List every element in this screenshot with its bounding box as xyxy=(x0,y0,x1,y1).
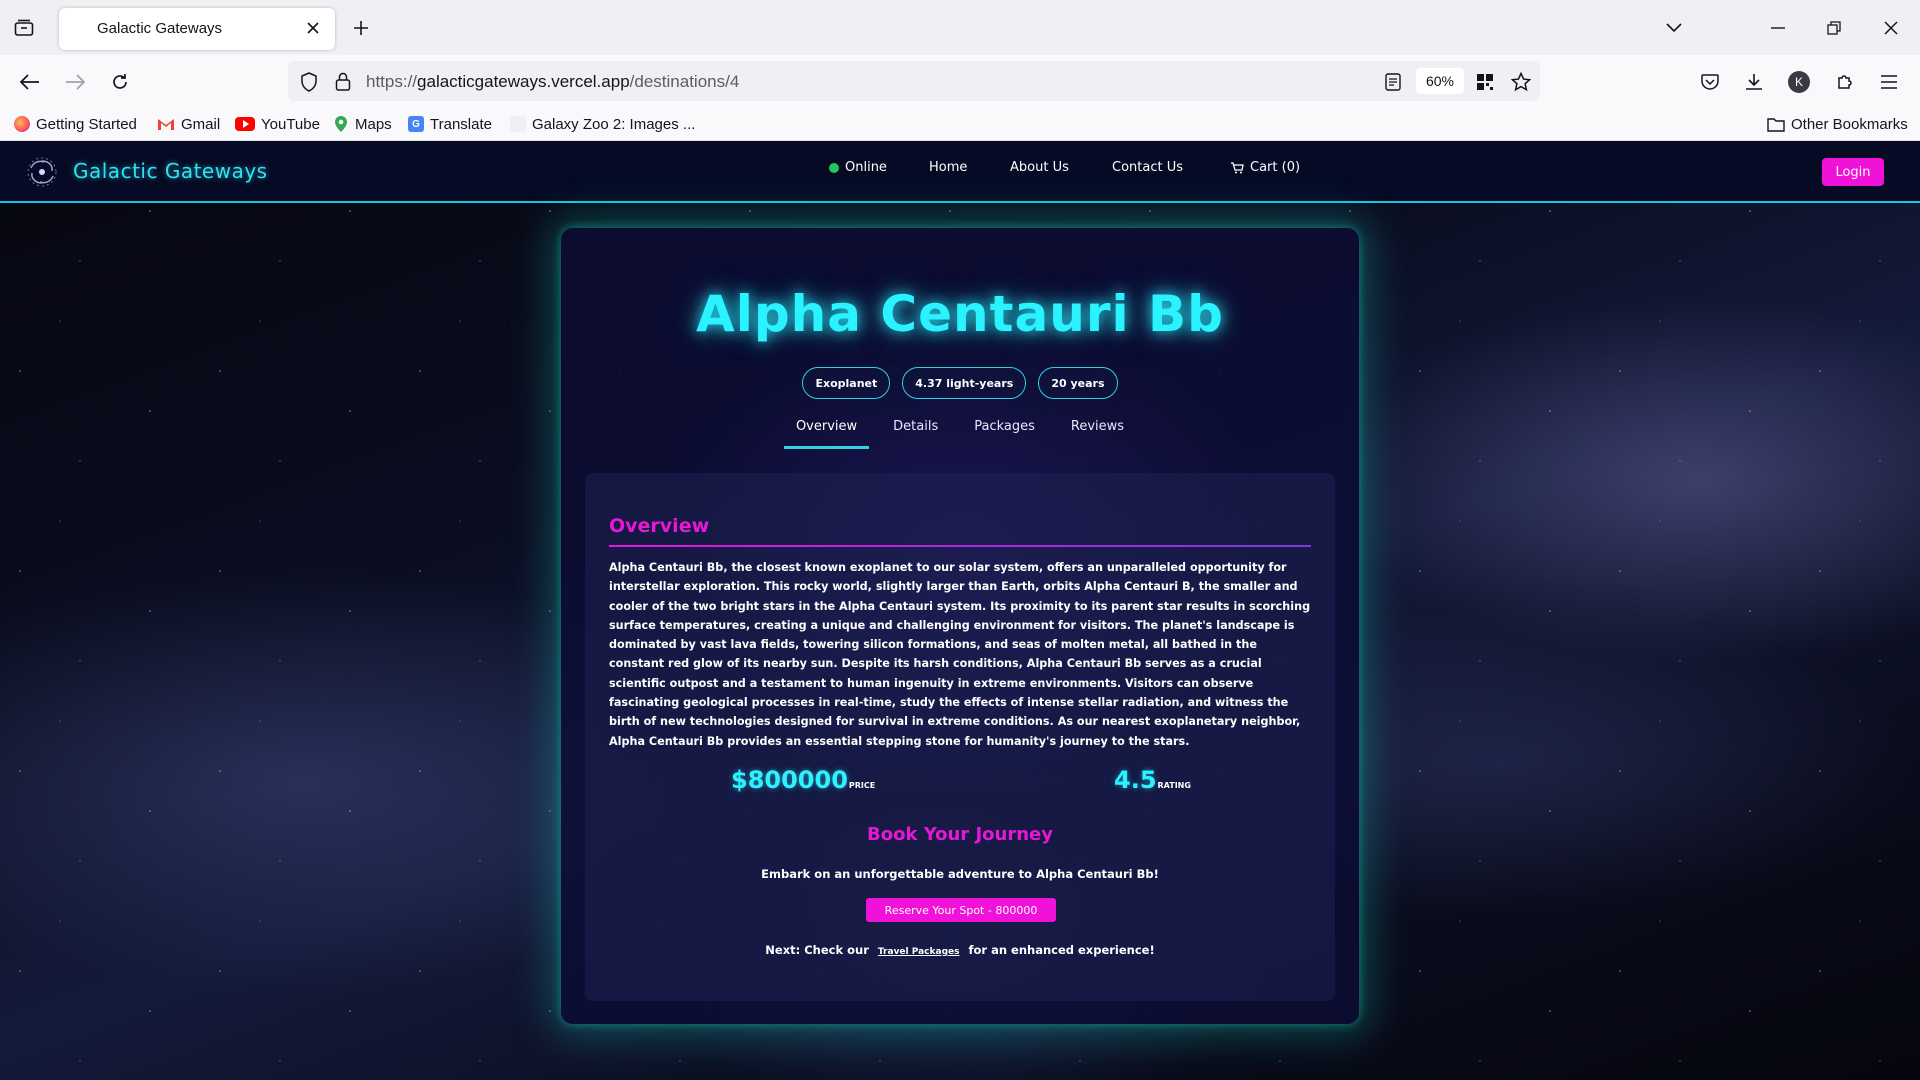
browser-tabstrip: Galactic Gateways xyxy=(0,0,1920,55)
download-icon[interactable] xyxy=(1739,67,1769,97)
price-label: PRICE xyxy=(848,781,876,790)
bookmark-gmail[interactable]: Gmail xyxy=(157,114,220,134)
bookmark-star-icon[interactable] xyxy=(1510,71,1532,93)
tab-reviews[interactable]: Reviews xyxy=(1059,413,1136,449)
next-suffix: for an enhanced experience! xyxy=(968,943,1155,957)
destination-tabs: Overview Details Packages Reviews xyxy=(561,413,1359,449)
bookmark-galaxy-zoo[interactable]: Galaxy Zoo 2: Images ... xyxy=(510,114,695,134)
browser-tab-title: Galactic Gateways xyxy=(97,20,223,37)
back-arrow-icon[interactable] xyxy=(15,67,45,97)
galaxy-zoo-icon xyxy=(510,116,526,132)
url-host: galacticgateways.vercel.app xyxy=(417,72,630,91)
site-header: Galactic Gateways Online Home About Us C… xyxy=(0,141,1920,203)
other-bookmarks[interactable]: Other Bookmarks xyxy=(1767,114,1908,134)
online-status: Online xyxy=(829,160,887,175)
restore-icon[interactable] xyxy=(1820,14,1848,42)
nav-contact-link[interactable]: Contact Us xyxy=(1112,160,1183,175)
forward-arrow-icon[interactable] xyxy=(60,67,90,97)
reload-icon[interactable] xyxy=(105,67,135,97)
qr-code-icon[interactable] xyxy=(1474,71,1496,93)
chip-distance: 4.37 light-years xyxy=(902,367,1027,399)
galaxy-logo-icon[interactable] xyxy=(25,155,59,189)
profile-avatar-icon[interactable]: K xyxy=(1784,67,1814,97)
destination-card: Alpha Centauri Bb Exoplanet 4.37 light-y… xyxy=(561,228,1359,1024)
web-page: Galactic Gateways Online Home About Us C… xyxy=(0,141,1920,1080)
cart-icon xyxy=(1231,161,1244,173)
bookmarks-bar: Getting Started Gmail YouTube Maps G Tra… xyxy=(0,107,1920,141)
pocket-icon[interactable] xyxy=(1695,67,1725,97)
bookmark-label: Getting Started xyxy=(36,115,137,133)
tab-overview[interactable]: Overview xyxy=(783,413,870,449)
bookmark-youtube[interactable]: YouTube xyxy=(235,114,320,134)
browser-navbar: https://galacticgateways.vercel.app/dest… xyxy=(0,55,1920,107)
section-title: Overview xyxy=(609,515,710,537)
profile-initial: K xyxy=(1788,71,1810,93)
new-tab-icon[interactable] xyxy=(348,15,374,41)
zoom-level-badge[interactable]: 60% xyxy=(1416,68,1464,94)
next-prefix: Next: Check our xyxy=(765,943,869,957)
price-value: $800000 xyxy=(731,766,848,794)
other-bookmarks-label: Other Bookmarks xyxy=(1791,115,1908,133)
chip-travel-time: 20 years xyxy=(1038,367,1118,399)
destination-description: Alpha Centauri Bb, the closest known exo… xyxy=(609,561,1311,748)
book-journey-title: Book Your Journey xyxy=(867,824,1053,845)
bookmark-label: Galaxy Zoo 2: Images ... xyxy=(532,115,696,133)
destination-title: Alpha Centauri Bb xyxy=(696,285,1224,343)
brand-name[interactable]: Galactic Gateways xyxy=(73,159,268,183)
folder-icon xyxy=(1767,117,1785,132)
close-window-icon[interactable] xyxy=(1877,14,1905,42)
tab-close-icon[interactable] xyxy=(303,18,323,38)
gmail-icon xyxy=(158,119,174,130)
tab-packages[interactable]: Packages xyxy=(962,413,1047,449)
bookmark-label: Translate xyxy=(430,115,492,133)
url-text[interactable]: https://galacticgateways.vercel.app/dest… xyxy=(366,72,739,92)
rating-value: 4.5 xyxy=(1114,766,1157,794)
firefox-icon xyxy=(14,116,30,132)
tab-list-icon[interactable] xyxy=(12,16,36,40)
rating-stat: 4.5 RATING xyxy=(1114,766,1191,794)
url-scheme: https:// xyxy=(366,72,418,91)
cart-label: Cart (0) xyxy=(1250,160,1301,175)
destination-chips: Exoplanet 4.37 light-years 20 years xyxy=(561,367,1359,399)
rating-label: RATING xyxy=(1157,781,1191,790)
bookmark-label: Maps xyxy=(355,115,392,133)
bookmark-maps[interactable]: Maps xyxy=(333,114,392,134)
section-divider xyxy=(609,545,1311,547)
online-status-dot-icon xyxy=(829,162,839,173)
nav-cart-link[interactable]: Cart (0) xyxy=(1230,160,1300,175)
tab-overflow-chevron-icon[interactable] xyxy=(1660,14,1688,42)
translate-icon: G xyxy=(408,116,424,132)
tab-details[interactable]: Details xyxy=(881,413,950,449)
nav-home-link[interactable]: Home xyxy=(929,160,967,175)
bookmark-getting-started[interactable]: Getting Started xyxy=(14,114,137,134)
reader-view-icon[interactable] xyxy=(1382,71,1404,93)
bookmark-label: Gmail xyxy=(181,115,221,133)
shield-icon[interactable] xyxy=(298,71,320,93)
hamburger-menu-icon[interactable] xyxy=(1874,67,1904,97)
reserve-spot-button[interactable]: Reserve Your Spot - 800000 xyxy=(866,898,1056,922)
lock-icon[interactable] xyxy=(332,71,354,93)
url-path: /destinations/4 xyxy=(629,72,740,91)
chip-type: Exoplanet xyxy=(802,367,891,399)
price-stat: $800000 PRICE xyxy=(731,766,875,794)
extensions-puzzle-icon[interactable] xyxy=(1830,67,1860,97)
maps-pin-icon xyxy=(335,116,347,132)
nav-about-link[interactable]: About Us xyxy=(1010,160,1069,175)
online-label: Online xyxy=(845,160,887,175)
overview-panel: Overview Alpha Centauri Bb, the closest … xyxy=(585,473,1335,1001)
bookmark-label: YouTube xyxy=(261,115,320,133)
next-hint: Next: Check our Travel Packages for an e… xyxy=(585,943,1335,957)
url-bar[interactable]: https://galacticgateways.vercel.app/dest… xyxy=(288,61,1540,101)
login-button[interactable]: Login xyxy=(1822,158,1884,186)
minimize-icon[interactable] xyxy=(1764,14,1792,42)
bookmark-translate[interactable]: G Translate xyxy=(408,114,492,134)
book-journey-subtitle: Embark on an unforgettable adventure to … xyxy=(761,867,1159,881)
travel-packages-link[interactable]: Travel Packages xyxy=(878,947,960,957)
browser-tab-active[interactable]: Galactic Gateways xyxy=(59,8,335,50)
youtube-icon xyxy=(235,117,255,131)
